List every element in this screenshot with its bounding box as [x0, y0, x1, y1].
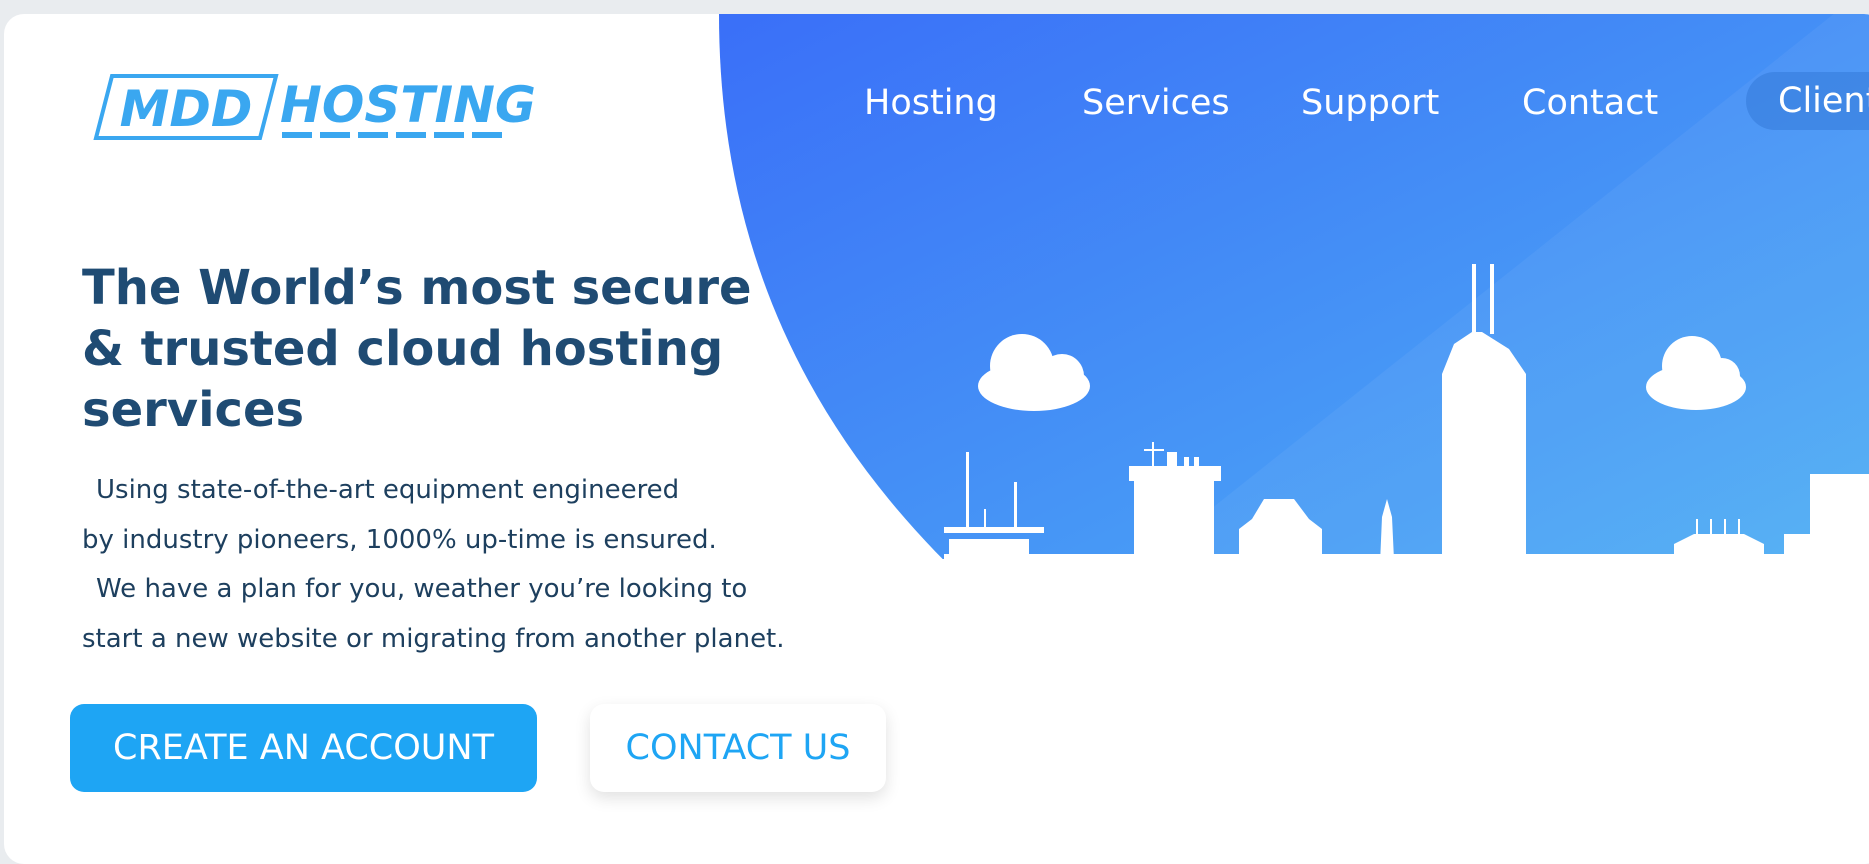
logo-text-right: HOSTING	[280, 76, 536, 134]
logo-text-left: MDD	[120, 80, 253, 138]
nav-contact[interactable]: Contact	[1522, 78, 1658, 128]
description-line-2: by industry pioneers, 1000% up-time is e…	[82, 524, 717, 555]
headline-line-3: services	[82, 382, 305, 438]
client-area-button[interactable]: Client	[1746, 72, 1869, 130]
description-line-3: We have a plan for you, weather you’re l…	[96, 574, 748, 604]
page-frame: MDD HOSTING Hosting Services Support Con…	[4, 14, 1869, 864]
hero-description: Using state-of-the-art equipment enginee…	[82, 466, 842, 664]
nav-support[interactable]: Support	[1301, 78, 1439, 128]
nav-hosting[interactable]: Hosting	[864, 78, 998, 128]
headline-line-1: The World’s most secure	[82, 260, 752, 316]
mdd-hosting-logo[interactable]: MDD HOSTING	[92, 72, 562, 146]
nav-services[interactable]: Services	[1082, 78, 1230, 128]
create-account-button[interactable]: CREATE AN ACCOUNT	[70, 704, 537, 792]
description-line-1: Using state-of-the-art equipment enginee…	[96, 475, 680, 505]
headline-line-2: & trusted cloud hosting	[82, 321, 724, 377]
description-line-4: start a new website or migrating from an…	[82, 623, 785, 654]
contact-us-button[interactable]: CONTACT US	[590, 704, 886, 792]
hero-headline: The World’s most secure & trusted cloud …	[82, 258, 802, 441]
